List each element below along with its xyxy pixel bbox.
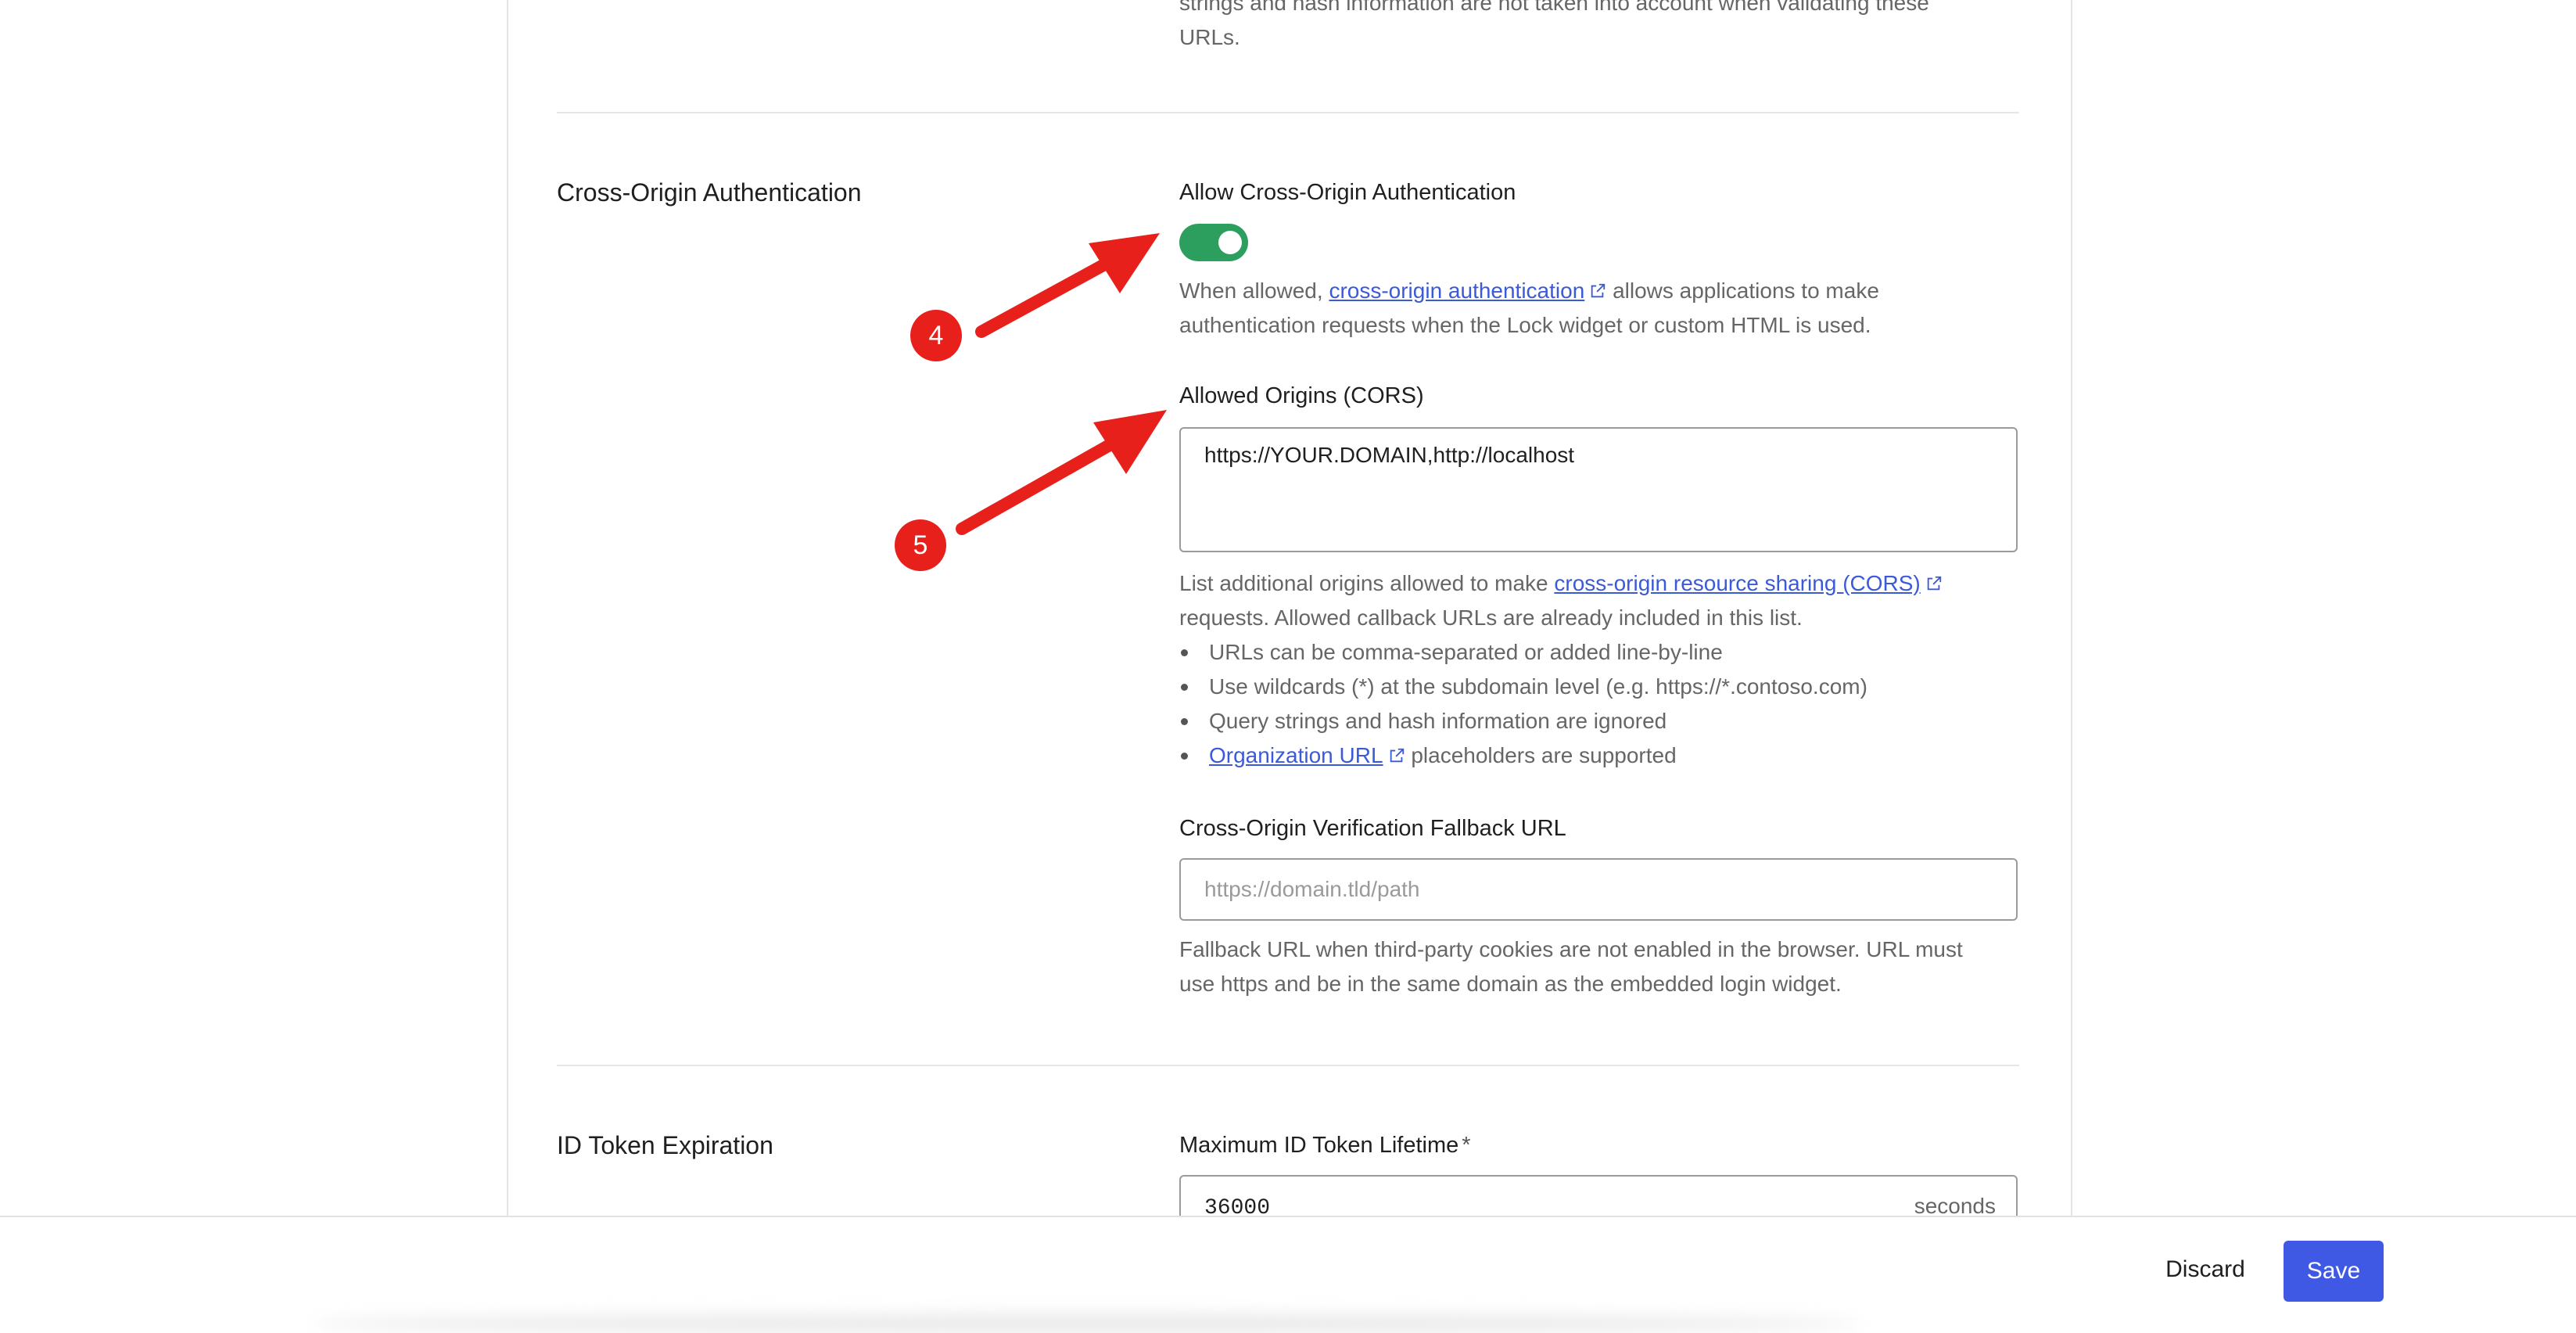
callout-5: 5	[895, 519, 946, 571]
footer-shadow	[313, 1314, 1861, 1333]
callout-4: 4	[910, 310, 962, 361]
arrow-4-shaft	[975, 255, 1117, 338]
save-button[interactable]: Save	[2284, 1241, 2384, 1302]
action-footer: Discard Save	[0, 1216, 2576, 1333]
arrow-5-shaft	[956, 437, 1120, 535]
annotation-arrows	[956, 233, 1167, 535]
discard-button[interactable]: Discard	[2135, 1239, 2276, 1300]
